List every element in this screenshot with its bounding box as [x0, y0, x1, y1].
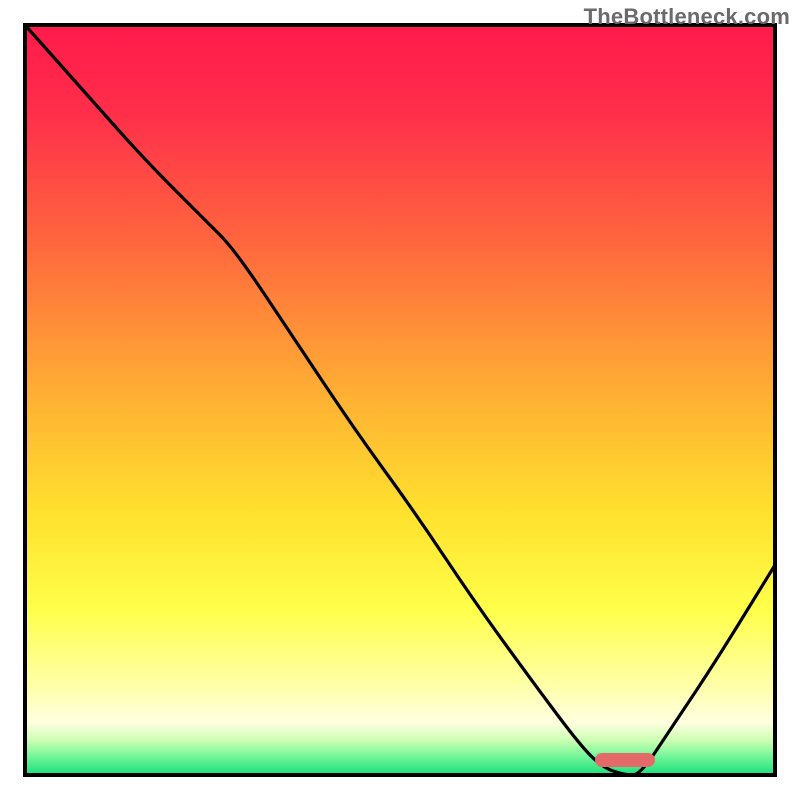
plot-background	[25, 25, 775, 775]
watermark-text: TheBottleneck.com	[584, 4, 790, 30]
bottleneck-plot	[0, 0, 800, 800]
optimal-marker	[595, 753, 655, 767]
chart-frame: TheBottleneck.com	[0, 0, 800, 800]
